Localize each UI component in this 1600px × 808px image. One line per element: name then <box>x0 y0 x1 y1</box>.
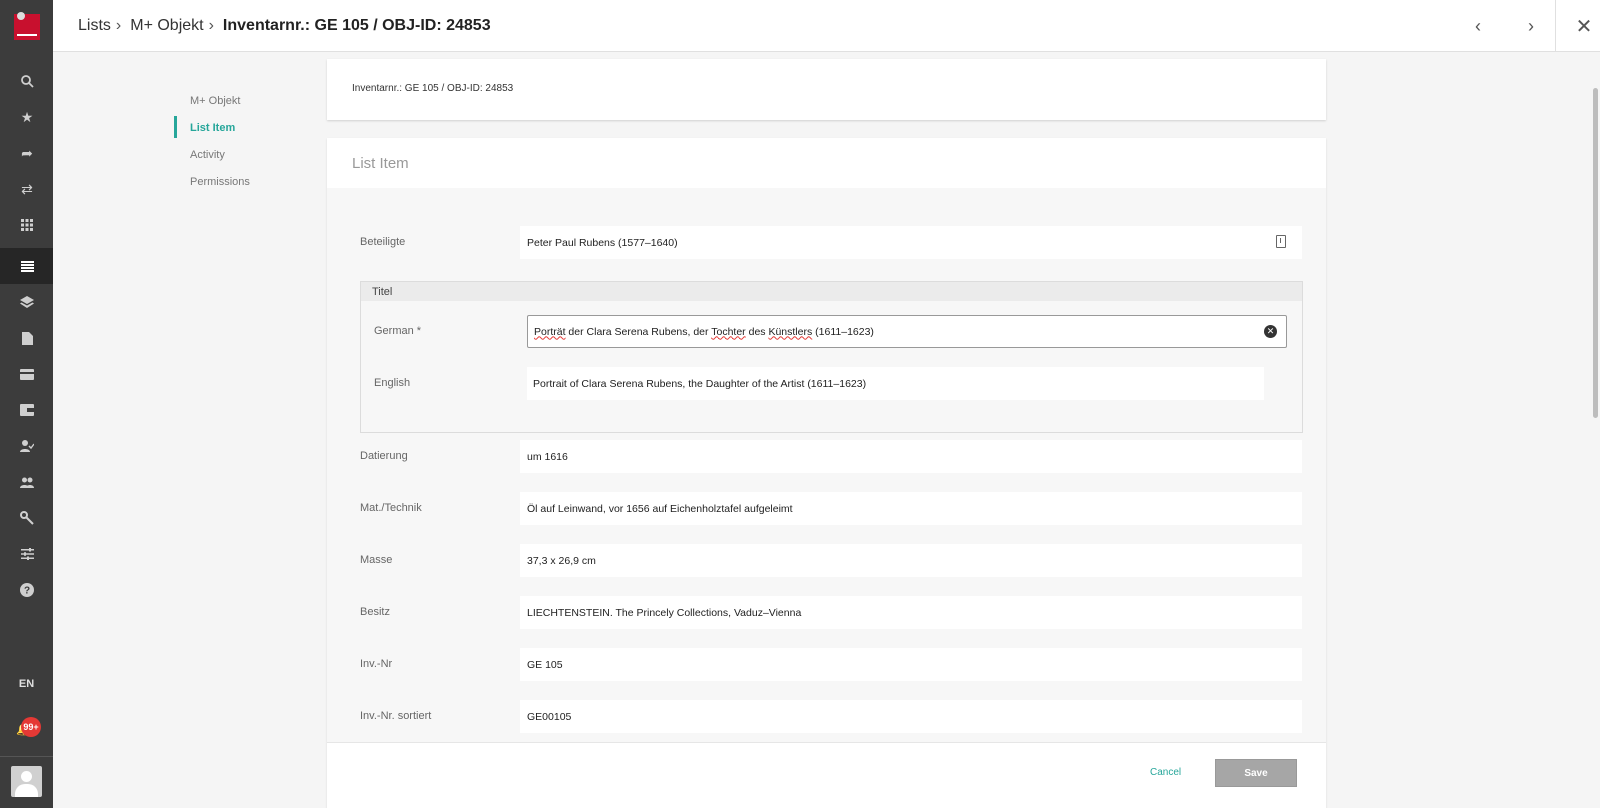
breadcrumb: Lists › M+ Objekt › Inventarnr.: GE 105 … <box>78 17 491 35</box>
field-besitz: Besitz LIECHTENSTEIN. The Princely Colle… <box>360 596 1302 629</box>
star-icon[interactable]: ★ <box>13 103 41 131</box>
notification-badge: 99+ <box>21 717 41 737</box>
field-label: Besitz <box>360 606 390 618</box>
search-icon[interactable] <box>13 67 41 95</box>
section-nav-list-item[interactable]: List Item <box>174 114 314 141</box>
document-icon[interactable] <box>13 324 41 352</box>
chevron-left-icon[interactable]: ‹ <box>1465 13 1491 39</box>
beteiligte-field[interactable]: Peter Paul Rubens (1577–1640) <box>520 226 1302 259</box>
section-nav-activity[interactable]: Activity <box>174 141 314 168</box>
inv-nr-field[interactable]: GE 105 <box>520 648 1302 681</box>
save-button[interactable]: Save <box>1215 759 1297 787</box>
field-label: Datierung <box>360 450 408 462</box>
field-masse: Masse 37,3 x 26,9 cm <box>360 544 1302 577</box>
card-icon[interactable] <box>13 360 41 388</box>
inv-nr-sortiert-field[interactable]: GE00105 <box>520 700 1302 733</box>
field-datierung: Datierung um 1616 <box>360 440 1302 473</box>
section-nav-mplus-objekt[interactable]: M+ Objekt <box>174 87 314 114</box>
field-titel-english: English Portrait of Clara Serena Rubens,… <box>374 367 1294 400</box>
rail-divider <box>0 756 53 757</box>
clear-icon[interactable]: ✕ <box>1264 325 1277 338</box>
field-value: Peter Paul Rubens (1577–1640) <box>527 236 678 249</box>
swap-icon[interactable]: ⇄ <box>13 175 41 203</box>
section-nav-permissions[interactable]: Permissions <box>174 168 314 195</box>
field-label: English <box>374 377 411 389</box>
tune-icon[interactable] <box>13 540 41 568</box>
user-check-icon[interactable] <box>13 432 41 460</box>
language-switch[interactable]: EN <box>0 678 53 690</box>
list-item-card: List Item Beteiligte Peter Paul Rubens (… <box>327 138 1326 808</box>
field-titel-german: German * Porträt der Clara Serena Rubens… <box>374 315 1294 348</box>
chevron-right-icon: › <box>208 17 214 34</box>
form-footer: Cancel Save <box>327 742 1326 808</box>
titel-group: Titel German * Porträt der Clara Serena … <box>360 281 1303 433</box>
section-nav: M+ Objekt List Item Activity Permissions <box>174 87 314 195</box>
chevron-right-icon[interactable]: › <box>1518 13 1544 39</box>
cancel-button[interactable]: Cancel <box>1150 767 1181 778</box>
mat-technik-field[interactable]: Öl auf Leinwand, vor 1656 auf Eichenholz… <box>520 492 1302 525</box>
titel-english-input[interactable]: Portrait of Clara Serena Rubens, the Dau… <box>527 367 1264 400</box>
scrollbar-thumb[interactable] <box>1593 88 1598 418</box>
summary-card: Inventarnr.: GE 105 / OBJ-ID: 24853 <box>327 59 1326 120</box>
top-bar: Lists › M+ Objekt › Inventarnr.: GE 105 … <box>53 0 1600 52</box>
wallet-icon[interactable] <box>13 396 41 424</box>
field-inv-nr: Inv.-Nr GE 105 <box>360 648 1302 681</box>
app-logo[interactable] <box>14 12 40 40</box>
field-label: Beteiligte <box>360 236 406 248</box>
field-label: Inv.-Nr. sortiert <box>360 710 432 722</box>
titel-german-input[interactable]: Porträt der Clara Serena Rubens, der Toc… <box>527 315 1287 348</box>
field-label: German * <box>374 325 422 337</box>
breadcrumb-lists[interactable]: Lists <box>78 17 111 35</box>
header-divider <box>1555 0 1556 52</box>
field-mat-technik: Mat./Technik Öl auf Leinwand, vor 1656 a… <box>360 492 1302 525</box>
side-rail: ★ ➦ ⇄ ? EN 🔔 99+ <box>0 0 53 808</box>
page-title: Inventarnr.: GE 105 / OBJ-ID: 24853 <box>222 17 491 34</box>
help-icon[interactable]: ? <box>13 576 41 604</box>
titel-group-label: Titel <box>361 282 1302 301</box>
breadcrumb-mplus-objekt[interactable]: M+ Objekt <box>130 17 203 35</box>
avatar[interactable] <box>11 766 42 797</box>
field-label: Inv.-Nr <box>360 658 393 670</box>
close-icon[interactable]: ✕ <box>1571 13 1597 39</box>
field-label: Mat./Technik <box>360 502 422 514</box>
share-icon[interactable]: ➦ <box>13 139 41 167</box>
datierung-field[interactable]: um 1616 <box>520 440 1302 473</box>
masse-field[interactable]: 37,3 x 26,9 cm <box>520 544 1302 577</box>
record-picker-icon[interactable] <box>1276 235 1286 248</box>
group-icon[interactable] <box>13 468 41 496</box>
svg-text:?: ? <box>24 586 30 597</box>
summary-text: Inventarnr.: GE 105 / OBJ-ID: 24853 <box>352 83 514 94</box>
field-label: Masse <box>360 554 393 566</box>
field-value: Porträt der Clara Serena Rubens, der Toc… <box>534 325 874 338</box>
apps-grid-icon[interactable] <box>13 211 41 239</box>
chevron-right-icon: › <box>115 17 122 34</box>
list-icon[interactable] <box>13 252 41 280</box>
field-beteiligte: Beteiligte Peter Paul Rubens (1577–1640) <box>360 226 1302 259</box>
layers-icon[interactable] <box>13 288 41 316</box>
key-icon[interactable] <box>13 504 41 532</box>
section-title: List Item <box>327 138 1326 188</box>
besitz-field[interactable]: LIECHTENSTEIN. The Princely Collections,… <box>520 596 1302 629</box>
field-inv-nr-sortiert: Inv.-Nr. sortiert GE00105 <box>360 700 1302 733</box>
